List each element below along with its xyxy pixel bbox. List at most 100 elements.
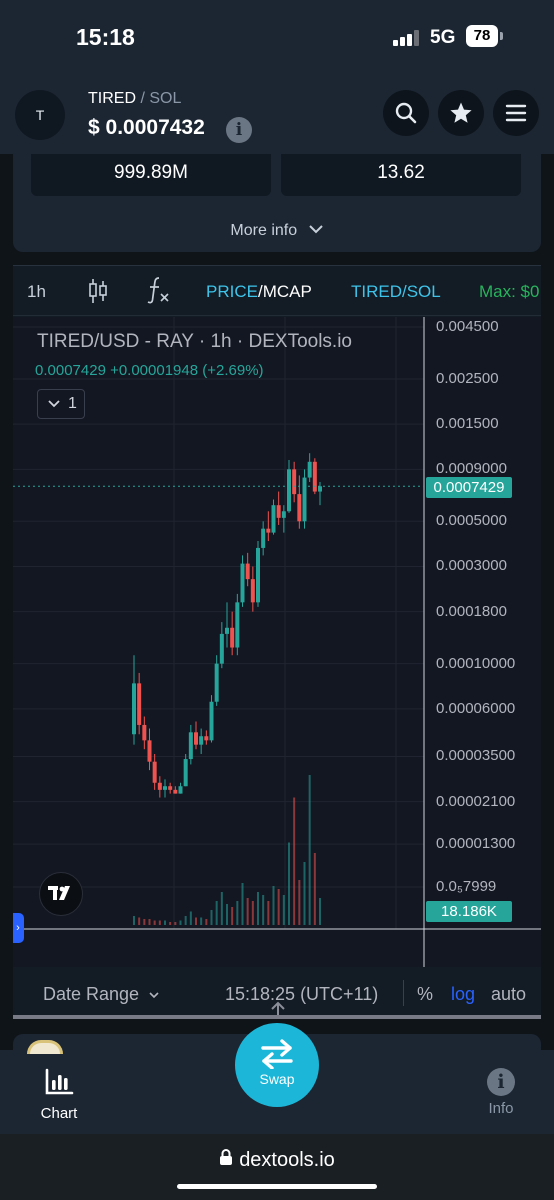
volume-bar bbox=[200, 917, 203, 925]
interval-selector[interactable]: 1h bbox=[27, 282, 46, 302]
candle-body bbox=[271, 505, 276, 533]
candle-body bbox=[307, 461, 312, 478]
volume-bar bbox=[308, 775, 311, 925]
swap-button[interactable]: Swap bbox=[235, 1023, 319, 1107]
chart-panel: 1h PRICE/MCAP TIRED/SOL Max: $0 TIRED/US… bbox=[13, 265, 541, 1019]
cellular-signal-icon bbox=[393, 30, 423, 46]
menu-button[interactable] bbox=[493, 90, 539, 136]
token-avatar[interactable]: T bbox=[15, 90, 65, 140]
volume-bar bbox=[220, 892, 223, 925]
more-info-label: More info bbox=[230, 222, 298, 239]
volume-bar bbox=[153, 920, 156, 925]
max-label: Max: $0 bbox=[479, 282, 540, 301]
volume-bar bbox=[138, 917, 141, 925]
legend-collapse-button[interactable]: 1 bbox=[37, 389, 85, 419]
token-header: T TIRED / SOL $ 0.0007432 i bbox=[0, 76, 554, 154]
nav-chart-tab[interactable]: Chart bbox=[36, 1068, 82, 1122]
volume-bar bbox=[143, 919, 146, 925]
volume-bar bbox=[303, 862, 306, 925]
price-axis-tick-label: 0.00006000 bbox=[436, 699, 516, 717]
candle-body bbox=[199, 736, 204, 745]
candlestick-icon bbox=[89, 279, 107, 303]
lock-icon bbox=[220, 1149, 233, 1165]
search-icon bbox=[395, 102, 417, 124]
info-icon: i bbox=[487, 1068, 515, 1096]
address-url[interactable]: dextools.io bbox=[0, 1148, 554, 1172]
price-mcap-toggle[interactable]: PRICE/MCAP bbox=[206, 282, 312, 302]
volume-bar bbox=[257, 892, 259, 925]
price-mode-label: PRICE bbox=[206, 282, 258, 301]
auto-scale-toggle[interactable]: auto bbox=[491, 984, 526, 1005]
price-axis-tick-label: 0.0005000 bbox=[436, 512, 507, 530]
volume-bar bbox=[262, 895, 265, 925]
price-info-icon[interactable]: i bbox=[226, 117, 252, 143]
log-scale-toggle[interactable]: log bbox=[451, 984, 475, 1005]
candle-body bbox=[132, 683, 136, 735]
candle-body bbox=[250, 579, 255, 603]
chart-clock[interactable]: 15:18:25 (UTC+11) bbox=[225, 984, 378, 1005]
price-axis-tick-label: 0.002500 bbox=[436, 369, 499, 387]
network-type: 5G bbox=[430, 27, 456, 48]
mcap-mode-label: /MCAP bbox=[257, 282, 312, 301]
volume-bar bbox=[148, 919, 151, 925]
pair-separator: / bbox=[140, 90, 145, 107]
price-axis-tick-label: 0.0003000 bbox=[436, 557, 507, 575]
candlestick-type-button[interactable] bbox=[87, 278, 109, 309]
volume-bar bbox=[319, 898, 321, 925]
volume-bar bbox=[226, 904, 228, 925]
volume-bar bbox=[174, 922, 177, 925]
indicators-button[interactable] bbox=[147, 276, 171, 309]
home-indicator[interactable] bbox=[177, 1184, 377, 1189]
date-range-selector[interactable]: Date Range bbox=[43, 984, 160, 1005]
volume-tag: 18.186K bbox=[426, 901, 512, 922]
date-range-label: Date Range bbox=[43, 984, 140, 1004]
more-info-toggle[interactable]: More info bbox=[13, 222, 541, 240]
volume-bar bbox=[184, 916, 187, 925]
nav-info-tab[interactable]: i Info bbox=[478, 1068, 524, 1117]
nav-chart-label: Chart bbox=[40, 1105, 78, 1122]
chart-legend-values: 0.0007429 +0.00001948 (+2.69%) bbox=[35, 362, 264, 379]
volume-bar bbox=[267, 901, 270, 925]
token-price: $ 0.0007432 bbox=[88, 116, 205, 139]
swap-label: Swap bbox=[259, 1071, 295, 1087]
candle-body bbox=[209, 701, 214, 741]
battery-icon: 78 bbox=[466, 25, 498, 47]
candle-body bbox=[240, 563, 245, 603]
candle-body bbox=[312, 461, 317, 492]
tradingview-logo[interactable] bbox=[39, 872, 83, 916]
chart-scroll-handle[interactable]: › bbox=[13, 913, 24, 943]
stats-card: 999.89M 13.62 More info bbox=[13, 154, 541, 252]
candle-body bbox=[152, 761, 157, 783]
price-chart[interactable]: TIRED/USD - RAY · 1h · DEXTools.io 0.000… bbox=[13, 317, 541, 967]
volume-bar bbox=[298, 880, 301, 925]
browser-address-bar[interactable]: dextools.io bbox=[0, 1134, 554, 1200]
candle-body bbox=[173, 789, 178, 794]
candle-body bbox=[168, 786, 173, 790]
volume-bar bbox=[179, 920, 182, 925]
percent-scale-toggle[interactable]: % bbox=[417, 984, 433, 1005]
favorite-button[interactable] bbox=[438, 90, 484, 136]
hamburger-menu-icon bbox=[505, 104, 527, 122]
price-axis-tick-label: 0.001500 bbox=[436, 415, 499, 433]
volume-bar bbox=[272, 886, 275, 925]
price-axis-tick-label: 0.00010000 bbox=[436, 654, 516, 672]
chart-resize-bar[interactable] bbox=[13, 1015, 541, 1019]
volume-bar bbox=[210, 910, 213, 925]
quote-token: SOL bbox=[149, 90, 182, 107]
pair-name: TIRED / SOL bbox=[88, 90, 181, 108]
search-button[interactable] bbox=[383, 90, 429, 136]
base-token: TIRED bbox=[88, 90, 136, 107]
volume-bar bbox=[241, 883, 244, 925]
candle-body bbox=[183, 759, 188, 787]
tradingview-icon bbox=[48, 886, 70, 900]
volume-bar bbox=[251, 901, 254, 925]
volume-bar bbox=[169, 922, 172, 925]
candle-body bbox=[157, 782, 162, 790]
candle-body bbox=[230, 627, 235, 648]
stat-value-right: 13.62 bbox=[281, 154, 521, 196]
pair-quote-toggle[interactable]: TIRED/SOL bbox=[351, 282, 441, 302]
volume-bar bbox=[246, 898, 249, 925]
price-axis-tick-label: 0.0₅7999 bbox=[436, 878, 497, 895]
url-text: dextools.io bbox=[239, 1149, 335, 1171]
volume-bar bbox=[277, 889, 280, 925]
